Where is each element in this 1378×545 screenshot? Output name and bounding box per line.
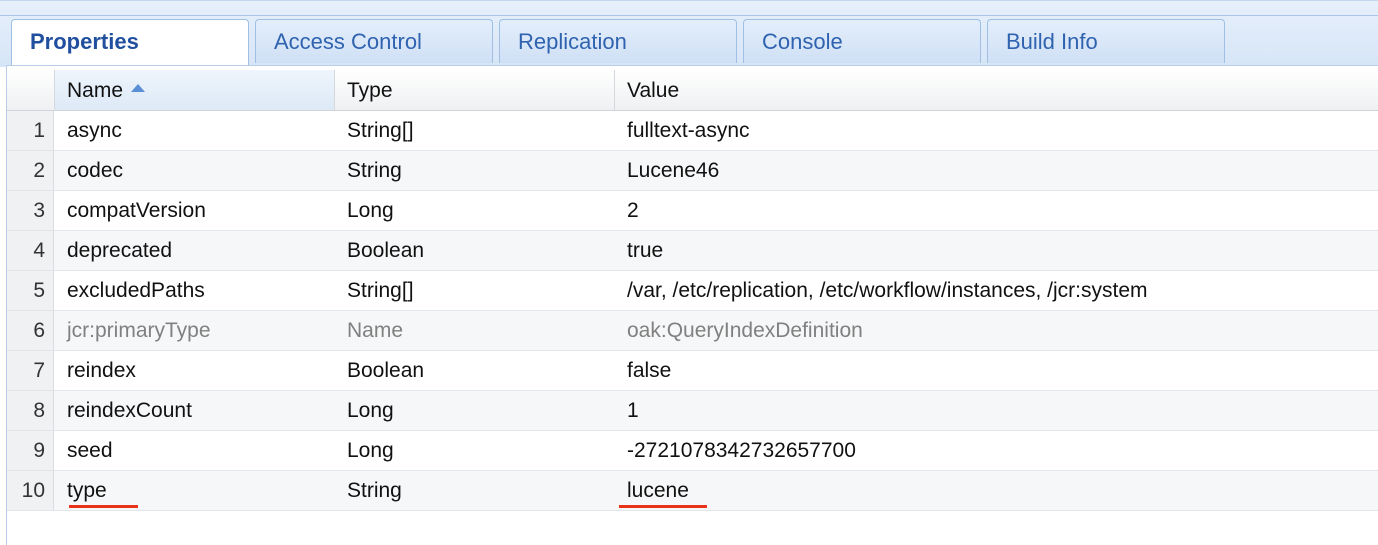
property-value[interactable]: oak:QueryIndexDefinition — [627, 311, 863, 350]
property-type[interactable]: Name — [347, 311, 403, 350]
table-row[interactable]: 9 seed Long -2721078342732657700 — [7, 431, 1378, 471]
row-number-header — [7, 70, 55, 110]
table-row[interactable]: 4 deprecated Boolean true — [7, 231, 1378, 271]
row-number: 5 — [7, 271, 54, 310]
column-header-name[interactable]: Name — [55, 70, 335, 110]
row-number: 10 — [7, 471, 54, 510]
property-name[interactable]: reindex — [67, 351, 136, 390]
table-row[interactable]: 6 jcr:primaryType Name oak:QueryIndexDef… — [7, 311, 1378, 351]
property-type[interactable]: String — [347, 151, 402, 190]
property-name[interactable]: codec — [67, 151, 123, 190]
property-value[interactable]: true — [627, 231, 663, 270]
property-name[interactable]: reindexCount — [67, 391, 192, 430]
property-value[interactable]: false — [627, 351, 671, 390]
tab-build-info[interactable]: Build Info — [987, 19, 1225, 63]
column-header-value[interactable]: Value — [615, 70, 1378, 110]
table-row[interactable]: 3 compatVersion Long 2 — [7, 191, 1378, 231]
table-row[interactable]: 8 reindexCount Long 1 — [7, 391, 1378, 431]
row-number: 8 — [7, 391, 54, 430]
column-header-name-label: Name — [67, 79, 124, 102]
table-row[interactable]: 1 async String[] fulltext-async — [7, 111, 1378, 151]
column-header-type[interactable]: Type — [335, 70, 615, 110]
row-number: 9 — [7, 431, 54, 470]
table-row[interactable]: 2 codec String Lucene46 — [7, 151, 1378, 191]
property-value[interactable]: 1 — [627, 391, 639, 430]
property-value[interactable]: fulltext-async — [627, 111, 750, 150]
row-number: 4 — [7, 231, 54, 270]
row-number: 3 — [7, 191, 54, 230]
property-type[interactable]: Boolean — [347, 351, 424, 390]
property-type[interactable]: Long — [347, 431, 394, 470]
property-name[interactable]: seed — [67, 431, 113, 470]
table-header: Name Type Value — [7, 70, 1378, 111]
column-header-value-label: Value — [627, 79, 680, 102]
property-type[interactable]: Boolean — [347, 231, 424, 270]
table-row[interactable]: 7 reindex Boolean false — [7, 351, 1378, 391]
property-name[interactable]: excludedPaths — [67, 271, 205, 310]
row-number: 7 — [7, 351, 54, 390]
property-value[interactable]: -2721078342732657700 — [627, 431, 856, 470]
tab-bar: Properties Access Control Replication Co… — [0, 0, 1378, 67]
property-type[interactable]: Long — [347, 191, 394, 230]
properties-panel: Name Type Value 1 async String[] fulltex… — [6, 65, 1378, 545]
property-name[interactable]: async — [67, 111, 122, 150]
table-row[interactable]: 5 excludedPaths String[] /var, /etc/repl… — [7, 271, 1378, 311]
annotation-underline-lucene — [619, 505, 707, 508]
property-value[interactable]: Lucene46 — [627, 151, 719, 190]
annotation-underline-type — [69, 505, 138, 508]
row-number: 1 — [7, 111, 54, 150]
property-type[interactable]: Long — [347, 391, 394, 430]
sort-ascending-icon — [131, 84, 146, 93]
property-type[interactable]: String — [347, 471, 402, 510]
tab-console[interactable]: Console — [743, 19, 981, 63]
property-type[interactable]: String[] — [347, 111, 414, 150]
property-name[interactable]: compatVersion — [67, 191, 206, 230]
tab-replication[interactable]: Replication — [499, 19, 737, 63]
property-value[interactable]: 2 — [627, 191, 639, 230]
property-name[interactable]: jcr:primaryType — [67, 311, 211, 350]
row-number: 2 — [7, 151, 54, 190]
tab-access-control[interactable]: Access Control — [255, 19, 493, 63]
column-header-type-label: Type — [347, 79, 393, 102]
row-number: 6 — [7, 311, 54, 350]
tab-properties[interactable]: Properties — [11, 19, 249, 67]
property-value[interactable]: /var, /etc/replication, /etc/workflow/in… — [627, 271, 1148, 310]
property-type[interactable]: String[] — [347, 271, 414, 310]
property-name[interactable]: deprecated — [67, 231, 172, 270]
